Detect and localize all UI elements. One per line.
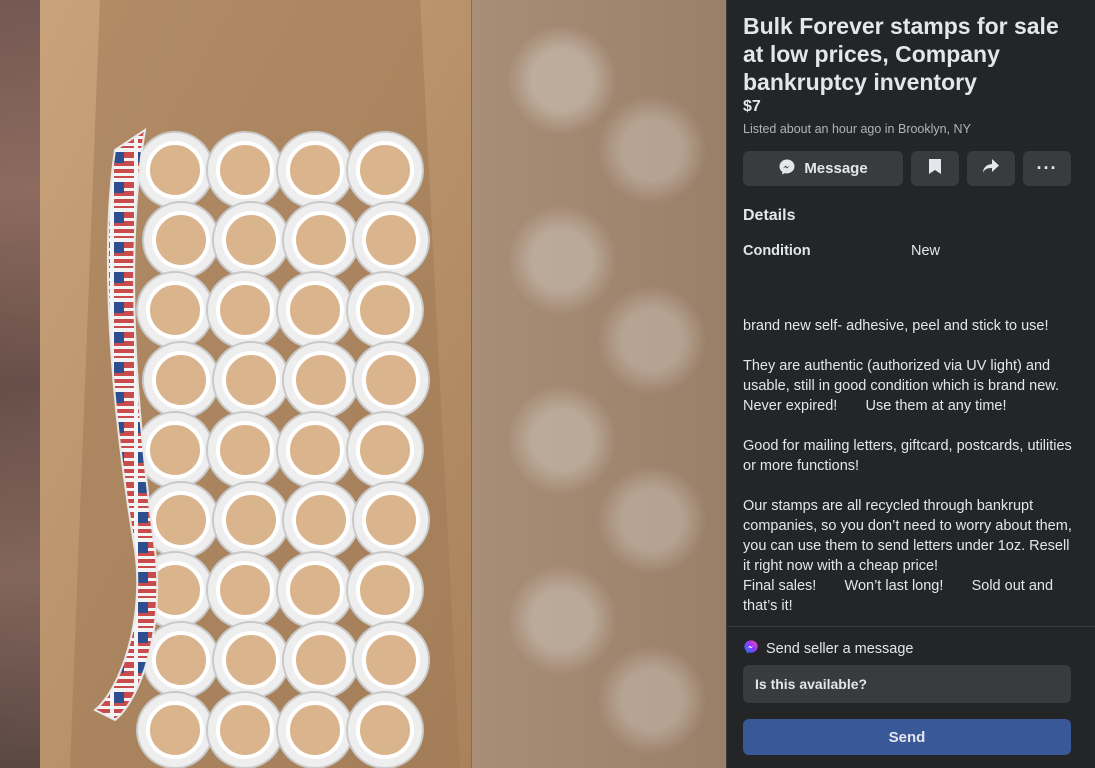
bookmark-icon — [928, 158, 942, 180]
stamp-roll-core — [152, 491, 210, 549]
condition-label: Condition — [743, 243, 811, 259]
stamp-roll-core — [286, 281, 344, 339]
stamp-roll-core — [222, 631, 280, 689]
stamp-roll-core — [356, 141, 414, 199]
stamp-roll-core — [146, 141, 204, 199]
stamp-rolls-image — [40, 0, 471, 768]
save-button[interactable] — [911, 151, 959, 186]
stamp-roll-core — [356, 421, 414, 479]
stamp-roll-core — [146, 421, 204, 479]
stamp-roll-core — [292, 631, 350, 689]
messenger-icon — [778, 158, 796, 180]
stamp-roll-core — [146, 701, 204, 759]
stamp-roll-core — [222, 211, 280, 269]
stamp-roll-core — [356, 281, 414, 339]
stamp-roll-core — [286, 421, 344, 479]
stamp-roll-core — [216, 701, 274, 759]
stamp-roll-core — [292, 211, 350, 269]
listing-title: Bulk Forever stamps for sale at low pric… — [743, 13, 1059, 95]
messenger-gradient-icon — [743, 639, 759, 659]
description-paragraph: Good for mailing letters, giftcard, post… — [743, 438, 1076, 474]
share-icon — [982, 158, 1000, 179]
more-icon: ··· — [1036, 158, 1058, 178]
stamp-roll-core — [152, 351, 210, 409]
listing-description: brand new self- adhesive, peel and stick… — [743, 316, 1079, 636]
listing-meta[interactable]: Listed about an hour ago in Brooklyn, NY — [743, 122, 971, 136]
description-paragraph: Our stamps are all recycled through bank… — [743, 498, 1072, 614]
details-heading: Details — [743, 207, 796, 224]
stamp-roll-core — [152, 631, 210, 689]
stamp-roll-core — [216, 561, 274, 619]
stamp-roll-core — [362, 351, 420, 409]
stamp-roll-core — [286, 141, 344, 199]
stamp-roll-core — [146, 281, 204, 339]
stamp-roll-core — [152, 211, 210, 269]
listing-photo[interactable] — [40, 0, 471, 768]
send-seller-header: Send seller a message — [743, 639, 914, 659]
stamp-roll-core — [286, 561, 344, 619]
send-seller-label: Send seller a message — [766, 641, 914, 657]
stamp-roll-core — [356, 561, 414, 619]
stamp-roll-core — [216, 281, 274, 339]
stamp-roll-core — [362, 631, 420, 689]
send-button[interactable]: Send — [743, 719, 1071, 755]
description-paragraph: They are authentic (authorized via UV li… — [743, 358, 1088, 414]
stamp-roll-core — [216, 421, 274, 479]
stamp-roll-core — [362, 491, 420, 549]
send-button-label: Send — [888, 728, 926, 746]
share-button[interactable] — [967, 151, 1015, 186]
description-paragraph: brand new self- adhesive, peel and stick… — [743, 318, 1049, 334]
stamp-roll-core — [222, 491, 280, 549]
stamp-roll-core — [222, 351, 280, 409]
stamp-roll-core — [356, 701, 414, 759]
listing-details-panel: Bulk Forever stamps for sale at low pric… — [726, 0, 1095, 768]
message-button[interactable]: Message — [743, 151, 903, 186]
seller-message-input[interactable]: Is this available? — [743, 665, 1071, 703]
listing-price: $7 — [743, 98, 761, 115]
listing-media — [0, 0, 726, 768]
blurred-backdrop-left — [0, 0, 40, 768]
more-options-button[interactable]: ··· — [1023, 151, 1071, 186]
blurred-backdrop-right — [472, 0, 726, 768]
stamp-roll-core — [292, 491, 350, 549]
message-button-label: Message — [804, 160, 868, 177]
stamp-roll-core — [292, 351, 350, 409]
stamp-roll-core — [286, 701, 344, 759]
stamp-roll-core — [362, 211, 420, 269]
stamp-roll-core — [216, 141, 274, 199]
condition-value: New — [911, 243, 941, 259]
divider — [727, 626, 1095, 627]
